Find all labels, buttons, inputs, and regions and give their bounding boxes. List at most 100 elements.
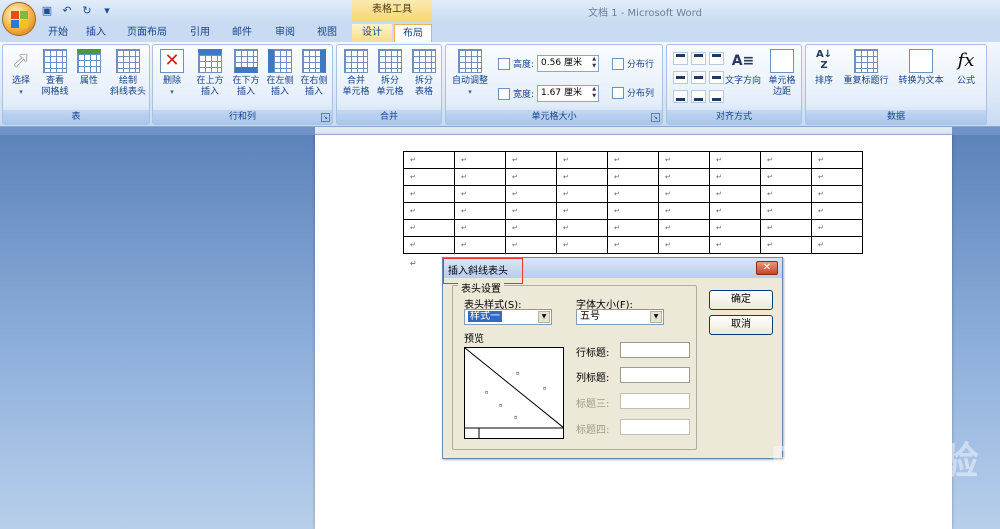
table-cell[interactable]: ↵	[760, 202, 812, 220]
tab-page-layout[interactable]: 页面布局	[118, 24, 176, 42]
select-button[interactable]: ➚ 选择 ▾	[7, 49, 35, 98]
align-bottom-left-icon[interactable]	[673, 90, 688, 103]
cell-margins-button[interactable]: 单元格 边距	[765, 49, 799, 98]
table-cell[interactable]: ↵	[556, 202, 608, 220]
table-cell[interactable]: ↵	[811, 202, 863, 220]
table-cell[interactable]: ↵	[760, 168, 812, 186]
merge-cells-button[interactable]: 合并 单元格	[339, 49, 373, 98]
align-top-left-icon[interactable]	[673, 52, 688, 65]
tab-review[interactable]: 审阅	[268, 24, 302, 42]
distribute-columns-button[interactable]: 分布列	[612, 86, 654, 99]
repeat-header-rows-button[interactable]: 重复标题行	[840, 49, 892, 87]
table-cell[interactable]: ↵	[760, 219, 812, 237]
table-cell[interactable]: ↵	[658, 236, 710, 254]
sort-button[interactable]: A↓ Z 排序	[810, 49, 838, 87]
table-cell[interactable]: ↵	[760, 236, 812, 254]
table-cell[interactable]: ↵	[811, 151, 863, 169]
dialog-launcher-icon[interactable]: ↘	[321, 113, 330, 122]
table-cell[interactable]: ↵	[556, 151, 608, 169]
tab-layout[interactable]: 布局	[394, 24, 432, 42]
autofit-button[interactable]: 自动调整 ▾	[449, 49, 491, 98]
table-cell[interactable]: ↵	[760, 185, 812, 203]
draw-diagonal-header-button[interactable]: 绘制 斜线表头	[107, 49, 149, 98]
table-cell[interactable]: ↵	[709, 219, 761, 237]
table-cell[interactable]: ↵	[709, 185, 761, 203]
table-cell[interactable]: ↵	[505, 236, 557, 254]
table-cell[interactable]: ↵	[505, 168, 557, 186]
align-middle-center-icon[interactable]	[691, 71, 706, 84]
table-cell[interactable]: ↵	[403, 219, 455, 237]
table-cell[interactable]: ↵	[709, 236, 761, 254]
dialog-launcher-icon[interactable]: ↘	[651, 113, 660, 122]
table-cell[interactable]: ↵	[658, 168, 710, 186]
redo-icon[interactable]: ↻	[80, 4, 94, 18]
table-cell[interactable]: ↵	[505, 185, 557, 203]
table-cell[interactable]: ↵	[556, 236, 608, 254]
table-cell[interactable]: ↵	[709, 202, 761, 220]
table-cell[interactable]: ↵	[454, 185, 506, 203]
table-cell[interactable]: ↵	[556, 185, 608, 203]
insert-below-button[interactable]: 在下方 插入	[229, 49, 263, 98]
align-bottom-right-icon[interactable]	[709, 90, 724, 103]
table-cell[interactable]: ↵	[607, 202, 659, 220]
save-icon[interactable]: ▣	[40, 4, 54, 18]
title-four-input[interactable]	[620, 419, 690, 435]
view-gridlines-button[interactable]: 查看 网格线	[37, 49, 73, 98]
convert-to-text-button[interactable]: 转换为文本	[894, 49, 948, 87]
align-middle-left-icon[interactable]	[673, 71, 688, 84]
table-cell[interactable]: ↵	[403, 151, 455, 169]
table-cell[interactable]: ↵	[403, 236, 455, 254]
table-cell[interactable]: ↵	[607, 185, 659, 203]
table-cell[interactable]: ↵	[607, 219, 659, 237]
tab-references[interactable]: 引用	[184, 24, 216, 42]
document-table[interactable]: ↵ ↵ ↵ ↵ ↵ ↵ ↵ ↵ ↵ ↵ ↵ ↵ ↵ ↵ ↵ ↵ ↵ ↵ ↵ ↵ ↵ ↵ ↵ ↵ ↵ ↵ ↵ ↵ ↵ ↵ ↵ ↵ ↵ ↵ ↵ ↵ ↵ ↵ ↵ ↵…	[403, 151, 863, 254]
table-cell[interactable]: ↵	[607, 168, 659, 186]
table-cell[interactable]: ↵	[658, 185, 710, 203]
table-cell[interactable]: ↵	[811, 219, 863, 237]
properties-button[interactable]: 属性	[75, 49, 103, 87]
split-cells-button[interactable]: 拆分 单元格	[373, 49, 407, 98]
table-cell[interactable]: ↵	[454, 236, 506, 254]
table-cell[interactable]: ↵	[760, 151, 812, 169]
height-spinner[interactable]: 0.56 厘米	[537, 55, 600, 72]
insert-right-button[interactable]: 在右侧 插入	[297, 49, 331, 98]
table-cell[interactable]: ↵	[811, 168, 863, 186]
table-cell[interactable]: ↵	[505, 202, 557, 220]
table-cell[interactable]: ↵	[454, 168, 506, 186]
table-cell[interactable]: ↵	[658, 202, 710, 220]
table-cell[interactable]: ↵	[454, 202, 506, 220]
table-cell[interactable]: ↵	[556, 168, 608, 186]
table-cell[interactable]: ↵	[607, 151, 659, 169]
insert-left-button[interactable]: 在左侧 插入	[263, 49, 297, 98]
table-cell[interactable]: ↵	[403, 185, 455, 203]
delete-button[interactable]: ✕ 删除 ▾	[157, 49, 187, 98]
insert-above-button[interactable]: 在上方 插入	[193, 49, 227, 98]
tab-insert[interactable]: 插入	[80, 24, 112, 42]
align-top-right-icon[interactable]	[709, 52, 724, 65]
header-style-select[interactable]: 样式一 ▼	[464, 309, 552, 325]
tab-home[interactable]: 开始	[40, 24, 76, 42]
table-cell[interactable]: ↵	[709, 168, 761, 186]
close-button[interactable]: ✕	[756, 261, 778, 275]
table-cell[interactable]: ↵	[505, 151, 557, 169]
table-cell[interactable]: ↵	[811, 185, 863, 203]
formula-button[interactable]: fx 公式	[950, 49, 982, 87]
font-size-select[interactable]: 五号 ▼	[576, 309, 664, 325]
ok-button[interactable]: 确定	[709, 290, 773, 310]
table-cell[interactable]: ↵	[505, 219, 557, 237]
align-bottom-center-icon[interactable]	[691, 90, 706, 103]
table-cell[interactable]: ↵	[403, 202, 455, 220]
column-title-input[interactable]	[620, 367, 690, 383]
table-cell[interactable]: ↵	[811, 236, 863, 254]
width-spinner[interactable]: 1.67 厘米	[537, 85, 600, 102]
tab-design[interactable]: 设计	[352, 24, 392, 42]
distribute-rows-button[interactable]: 分布行	[612, 57, 654, 70]
align-middle-right-icon[interactable]	[709, 71, 724, 84]
table-cell[interactable]: ↵	[403, 168, 455, 186]
office-button[interactable]	[2, 2, 36, 36]
split-table-button[interactable]: 拆分 表格	[407, 49, 441, 98]
cancel-button[interactable]: 取消	[709, 315, 773, 335]
table-cell[interactable]: ↵	[658, 151, 710, 169]
table-cell[interactable]: ↵	[556, 219, 608, 237]
table-cell[interactable]: ↵	[454, 151, 506, 169]
